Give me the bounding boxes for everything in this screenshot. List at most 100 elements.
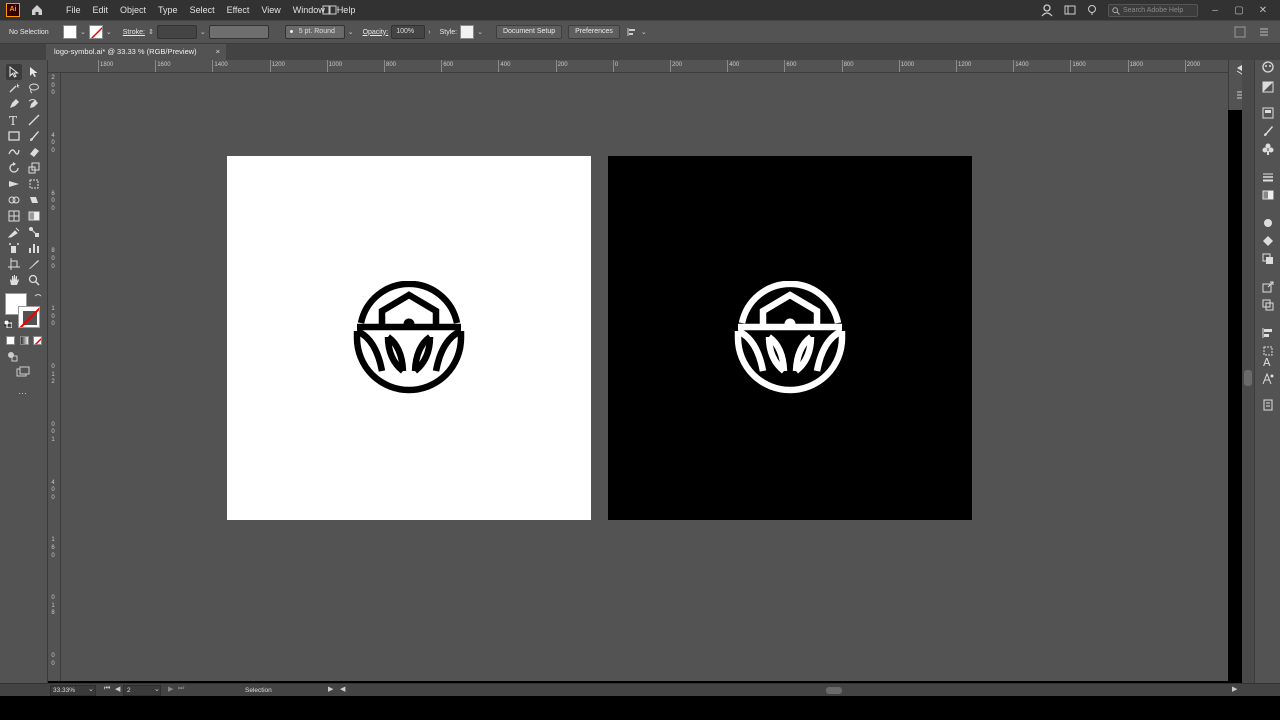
edit-toolbar-icon[interactable]: ··· [18,388,27,398]
style-dropdown-icon[interactable]: ⌄ [477,28,483,36]
previous-artboard-icon[interactable]: ◀ [115,685,120,693]
hand-tool[interactable] [6,272,22,288]
align-panel-icon[interactable] [1261,326,1275,340]
default-fill-stroke-icon[interactable] [3,319,13,330]
preferences-button[interactable]: Preferences [568,25,620,39]
style-swatch[interactable] [460,25,475,39]
close-tab-icon[interactable]: × [216,44,220,60]
swatches-icon[interactable] [1261,106,1275,120]
arrange-panel-icon[interactable] [1234,26,1246,40]
menu-edit[interactable]: Edit [87,0,115,20]
menu-select[interactable]: Select [184,0,221,20]
brush-definition[interactable]: 5 pt. Round [284,25,345,39]
width-tool[interactable] [6,176,22,192]
transparency-icon[interactable] [1261,252,1275,266]
brush-dropdown-icon[interactable]: ⌄ [348,28,354,36]
first-artboard-icon[interactable]: ⏮ [104,685,110,693]
control-bar-menu-icon[interactable] [1258,26,1270,40]
close-window-button[interactable]: ✕ [1256,5,1270,16]
shaper-tool[interactable] [6,144,22,160]
next-artboard-icon[interactable]: ▶ [168,685,173,693]
arrange-documents[interactable] [322,4,340,16]
opacity-arrow-icon[interactable]: › [428,29,430,36]
stroke-weight-dropdown-icon[interactable]: ⌄ [200,28,206,36]
free-transform-tool[interactable] [26,176,42,192]
horizontal-scroll-thumb[interactable] [826,687,842,694]
workspace-icon[interactable] [1064,4,1076,16]
zoom-dropdown-icon[interactable]: ⌄ [88,685,94,693]
stroke-label[interactable]: Stroke: [123,29,145,36]
stroke-weight-field[interactable] [156,25,197,39]
symbol-sprayer-tool[interactable] [6,240,22,256]
align-dropdown-icon[interactable]: ⌄ [641,28,647,36]
eraser-tool[interactable] [26,144,42,160]
align-icon[interactable] [626,26,638,38]
menu-file[interactable]: File [60,0,87,20]
character-icon[interactable]: A [1261,354,1275,369]
status-menu-arrow-icon[interactable]: ▶ [328,685,333,693]
selection-tool[interactable] [6,64,22,80]
color-mode-icon[interactable] [6,336,15,345]
scroll-right-icon[interactable]: ▶ [1232,685,1237,693]
document-info-icon[interactable] [1261,398,1275,412]
screen-mode-icon[interactable] [16,366,30,380]
blend-tool[interactable] [26,224,42,240]
user-account-icon[interactable] [1040,3,1054,17]
lasso-tool[interactable] [26,80,42,96]
draw-mode-icon[interactable] [6,350,18,364]
gradient-tool[interactable] [26,208,42,224]
rectangle-tool[interactable] [6,128,22,144]
opacity-label[interactable]: Opacity: [363,29,389,36]
search-input[interactable]: Search Adobe Help [1108,3,1198,17]
canvas-area[interactable] [61,73,1228,681]
magic-wand-tool[interactable] [6,80,22,96]
logo-symbol-white[interactable] [733,281,847,395]
menu-object[interactable]: Object [114,0,152,20]
artboard-dropdown-icon[interactable]: ⌄ [154,685,160,693]
logo-symbol-black[interactable] [352,281,466,395]
graphic-styles-icon[interactable] [1261,234,1275,248]
column-graph-tool[interactable] [26,240,42,256]
home-icon[interactable] [30,3,44,17]
swap-fill-stroke-icon[interactable] [34,293,42,303]
lightbulb-icon[interactable] [1086,4,1098,16]
menu-view[interactable]: View [255,0,286,20]
document-tab[interactable]: logo-symbol.ai* @ 33.33 % (RGB/Preview) … [46,44,226,60]
vertical-scroll-thumb[interactable] [1244,370,1252,386]
scale-tool[interactable] [26,160,42,176]
artboard-black[interactable] [608,156,972,520]
menu-effect[interactable]: Effect [221,0,256,20]
shape-builder-tool[interactable] [6,192,22,208]
artboard-white[interactable] [227,156,591,520]
minimize-button[interactable]: – [1208,5,1222,16]
paragraph-icon[interactable] [1261,372,1275,386]
vertical-scrollbar[interactable] [1242,60,1254,683]
last-artboard-icon[interactable]: ⏭ [178,685,184,693]
appearance-icon[interactable] [1261,216,1275,230]
stroke-weight-stepper[interactable]: ⇕ [148,28,154,36]
document-setup-button[interactable]: Document Setup [495,25,563,39]
live-paint-tool[interactable] [26,192,42,208]
export-icon[interactable] [1261,280,1275,294]
scroll-left-icon[interactable]: ◀ [340,685,345,693]
perspective-grid-tool[interactable] [6,208,22,224]
curvature-tool[interactable] [26,96,42,112]
artboard-tool[interactable] [6,256,22,272]
pen-tool[interactable] [6,96,22,112]
gradient-mode-icon[interactable] [20,336,29,345]
stroke-color-box[interactable] [18,306,40,328]
maximize-button[interactable]: ▢ [1232,5,1246,16]
gradient-panel-icon[interactable] [1261,188,1275,202]
pathfinder-icon[interactable] [1261,298,1275,312]
none-mode-icon[interactable] [33,336,42,345]
zoom-tool[interactable] [26,272,42,288]
variable-width-profile[interactable] [208,25,269,39]
fill-dropdown-icon[interactable]: ⌄ [80,28,86,36]
stroke-swatch[interactable] [88,25,103,39]
brushes-icon[interactable] [1261,124,1275,138]
color-guide-icon[interactable] [1261,80,1275,94]
direct-selection-tool[interactable] [26,64,42,80]
slice-tool[interactable] [26,256,42,272]
fill-swatch[interactable] [63,25,77,39]
rotate-tool[interactable] [6,160,22,176]
